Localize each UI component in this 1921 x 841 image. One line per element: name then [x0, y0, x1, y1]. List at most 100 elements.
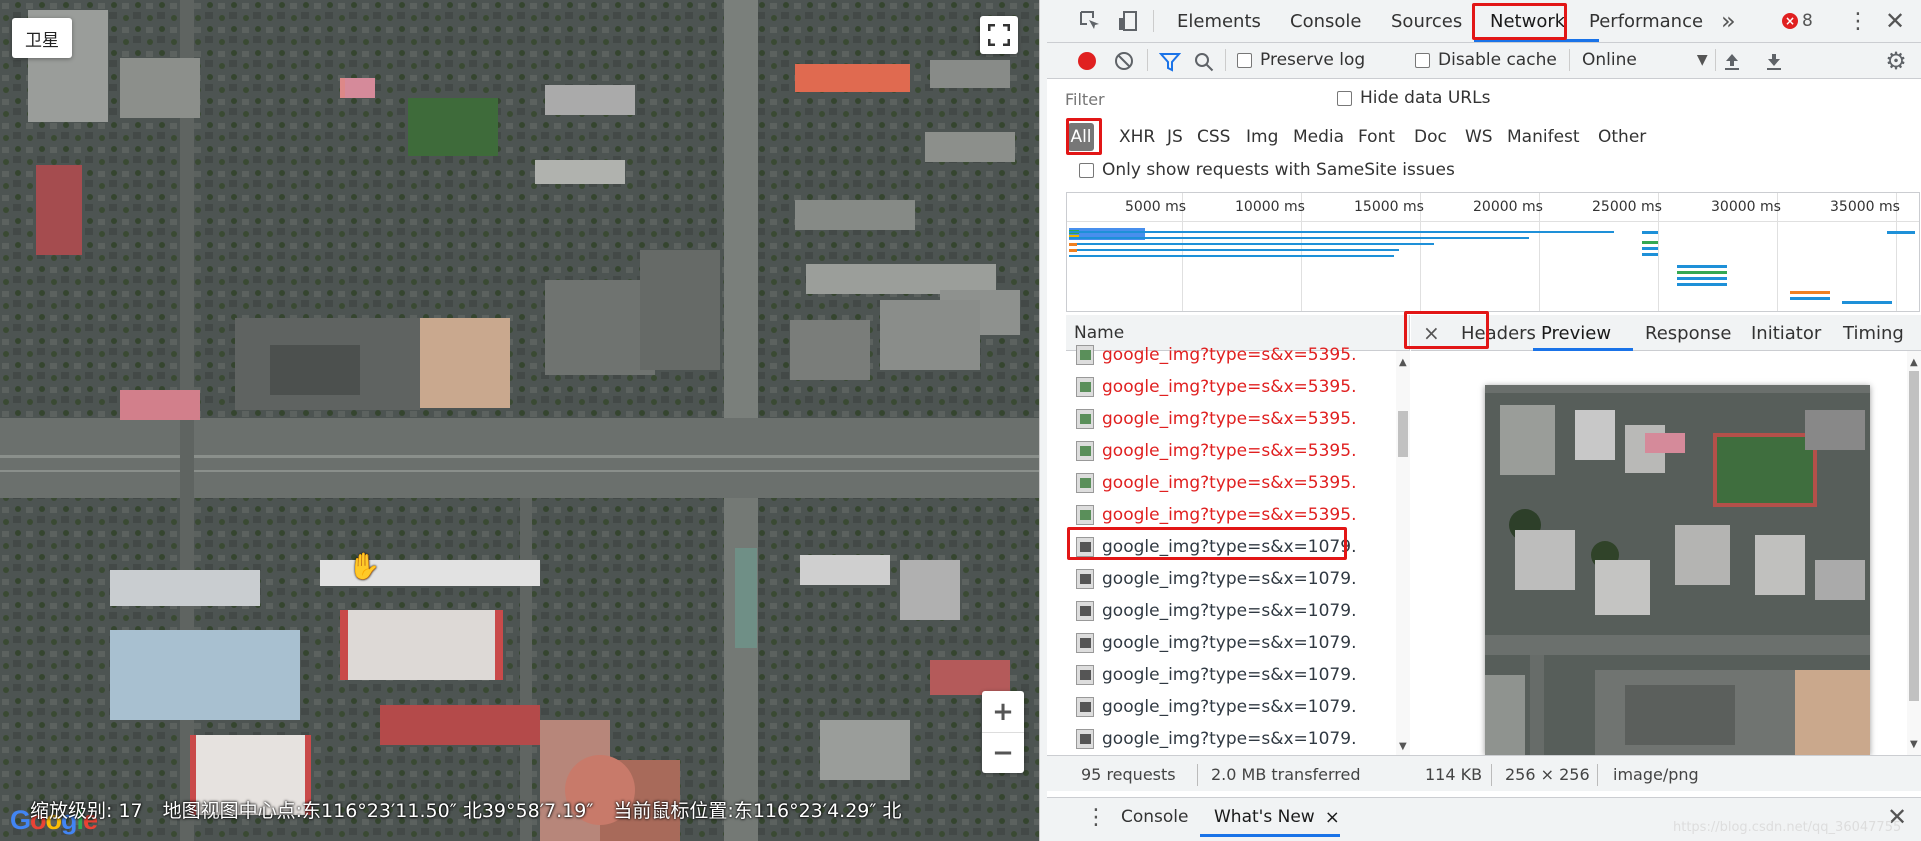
request-name: google_img?type=s&x=5395.	[1102, 441, 1357, 461]
image-file-icon	[1076, 569, 1094, 589]
request-row[interactable]: google_img?type=s&x=5395.	[1066, 435, 1396, 467]
record-button[interactable]	[1077, 51, 1097, 71]
type-doc[interactable]: Doc	[1414, 123, 1447, 151]
tab-initiator[interactable]: Initiator	[1751, 315, 1821, 351]
scrollbar-thumb[interactable]	[1909, 371, 1919, 701]
type-media[interactable]: Media	[1293, 123, 1344, 151]
samesite-row: Only show requests with SameSite issues	[1047, 156, 1921, 186]
tab-console[interactable]: Console	[1290, 0, 1361, 42]
request-list-scrollbar[interactable]: ▲ ▼	[1396, 351, 1410, 755]
close-tab-icon[interactable]: ×	[1325, 807, 1340, 828]
tab-headers[interactable]: Headers	[1461, 315, 1536, 351]
map-center: 地图视图中心点:东116°23′11.50″ 北39°58′7.19″	[162, 799, 594, 822]
request-name: google_img?type=s&x=1079.	[1102, 633, 1357, 653]
disable-cache-option[interactable]: Disable cache	[1415, 50, 1557, 70]
request-row[interactable]: google_img?type=s&x=1079.	[1066, 563, 1396, 595]
scrollbar-thumb[interactable]	[1398, 411, 1408, 457]
zoom-out-button[interactable]: −	[982, 732, 1024, 773]
kebab-menu-icon[interactable]: ⋮	[1847, 8, 1869, 34]
type-img[interactable]: Img	[1246, 123, 1278, 151]
image-file-icon	[1076, 473, 1094, 493]
type-ws[interactable]: WS	[1465, 123, 1493, 151]
map-type-button[interactable]: 卫星	[12, 18, 72, 58]
request-row[interactable]: google_img?type=s&x=5395.	[1066, 371, 1396, 403]
request-list: Name google_img?type=s&x=5395. google_img…	[1066, 315, 1410, 755]
request-row[interactable]: google_img?type=s&x=5395.	[1066, 499, 1396, 531]
preserve-log-checkbox[interactable]	[1237, 52, 1252, 68]
error-counter[interactable]: × 8	[1782, 10, 1813, 32]
import-har-button[interactable]	[1721, 50, 1743, 72]
close-detail-icon[interactable]: ×	[1423, 315, 1440, 351]
request-name: google_img?type=s&x=1079.	[1102, 601, 1357, 621]
close-devtools-icon[interactable]: ✕	[1883, 7, 1907, 35]
tab-elements[interactable]: Elements	[1177, 0, 1261, 42]
request-row[interactable]: google_img?type=s&x=1079.	[1066, 595, 1396, 627]
type-other[interactable]: Other	[1598, 123, 1646, 151]
hide-data-urls-option[interactable]: Hide data URLs	[1337, 88, 1490, 108]
filter-button[interactable]	[1159, 51, 1181, 73]
export-har-button[interactable]	[1763, 50, 1785, 72]
type-font[interactable]: Font	[1358, 123, 1395, 151]
type-js[interactable]: JS	[1167, 123, 1183, 151]
tab-preview[interactable]: Preview	[1541, 315, 1611, 351]
request-row[interactable]: google_img?type=s&x=5395.	[1066, 339, 1396, 371]
type-manifest[interactable]: Manifest	[1507, 123, 1580, 151]
image-file-icon	[1076, 409, 1094, 429]
request-row[interactable]: google_img?type=s&x=1079.	[1066, 531, 1396, 563]
hide-data-urls-checkbox[interactable]	[1337, 90, 1352, 106]
network-toolbar: Preserve log Disable cache Online ▼ ⚙	[1047, 43, 1921, 78]
scroll-up-icon[interactable]: ▲	[1399, 357, 1407, 368]
fullscreen-button[interactable]	[980, 16, 1018, 54]
drawer-menu-icon[interactable]: ⋮	[1085, 798, 1107, 836]
tab-performance[interactable]: Performance	[1589, 0, 1703, 42]
request-name: google_img?type=s&x=1079.	[1102, 729, 1357, 749]
drawer-tab-whats-new[interactable]: What's New ×	[1214, 798, 1340, 836]
request-name: google_img?type=s&x=1079.	[1102, 537, 1357, 557]
inspect-element-icon[interactable]	[1077, 8, 1103, 34]
record-icon	[1078, 52, 1096, 70]
scroll-up-icon[interactable]: ▲	[1910, 357, 1918, 368]
device-toolbar-icon[interactable]	[1115, 8, 1141, 34]
samesite-checkbox[interactable]	[1079, 162, 1094, 178]
image-preview	[1485, 385, 1870, 755]
type-xhr[interactable]: XHR	[1119, 123, 1155, 151]
tab-timing[interactable]: Timing	[1843, 315, 1904, 351]
type-all[interactable]: All	[1068, 123, 1094, 151]
request-row[interactable]: google_img?type=s&x=5395.	[1066, 403, 1396, 435]
scroll-down-icon[interactable]: ▼	[1399, 741, 1407, 752]
tab-network[interactable]: Network	[1490, 0, 1565, 42]
request-row[interactable]: google_img?type=s&x=5395.	[1066, 467, 1396, 499]
search-button[interactable]	[1193, 51, 1215, 73]
devtools-panel: Elements Console Sources Network Perform…	[1047, 0, 1921, 841]
tab-response[interactable]: Response	[1645, 315, 1731, 351]
image-file-icon	[1076, 505, 1094, 525]
satellite-imagery	[0, 0, 1039, 841]
type-css[interactable]: CSS	[1197, 123, 1230, 151]
tab-sources[interactable]: Sources	[1391, 0, 1462, 42]
satellite-map[interactable]: 卫星 + − ✋ Google 缩放级别: 17 地图视图中心点:东116°23…	[0, 0, 1039, 841]
request-row[interactable]: google_img?type=s&x=1079.	[1066, 659, 1396, 691]
more-tabs-icon[interactable]: »	[1721, 0, 1736, 42]
clear-button[interactable]	[1114, 51, 1134, 71]
samesite-option[interactable]: Only show requests with SameSite issues	[1079, 160, 1455, 180]
disable-cache-checkbox[interactable]	[1415, 52, 1430, 68]
mouse-position: 当前鼠标位置:东116°23′4.29″ 北	[613, 799, 902, 822]
detail-scrollbar[interactable]: ▲ ▼	[1907, 351, 1921, 755]
split-divider[interactable]	[1039, 0, 1047, 841]
drawer-tab-console[interactable]: Console	[1121, 798, 1189, 836]
upload-icon	[1725, 54, 1739, 70]
timeline-bars	[1069, 228, 1915, 304]
network-overview[interactable]: 5000 ms 10000 ms 15000 ms 20000 ms 25000…	[1066, 192, 1920, 312]
request-row[interactable]: google_img?type=s&x=1079.	[1066, 691, 1396, 723]
throttling-select[interactable]: Online ▼	[1582, 50, 1708, 70]
filter-input[interactable]	[1065, 86, 1304, 112]
zoom-in-button[interactable]: +	[982, 691, 1024, 732]
request-row[interactable]: google_img?type=s&x=1079.	[1066, 627, 1396, 659]
preserve-log-option[interactable]: Preserve log	[1237, 50, 1365, 70]
filter-row: Hide data URLs	[1047, 80, 1921, 113]
request-name: google_img?type=s&x=5395.	[1102, 345, 1357, 365]
network-summary-bar: 95 requests 2.0 MB transferred 114 KB 25…	[1047, 755, 1921, 791]
settings-gear-icon[interactable]: ⚙	[1883, 47, 1909, 75]
scroll-down-icon[interactable]: ▼	[1910, 739, 1918, 750]
request-row[interactable]: google_img?type=s&x=1079.	[1066, 723, 1396, 755]
